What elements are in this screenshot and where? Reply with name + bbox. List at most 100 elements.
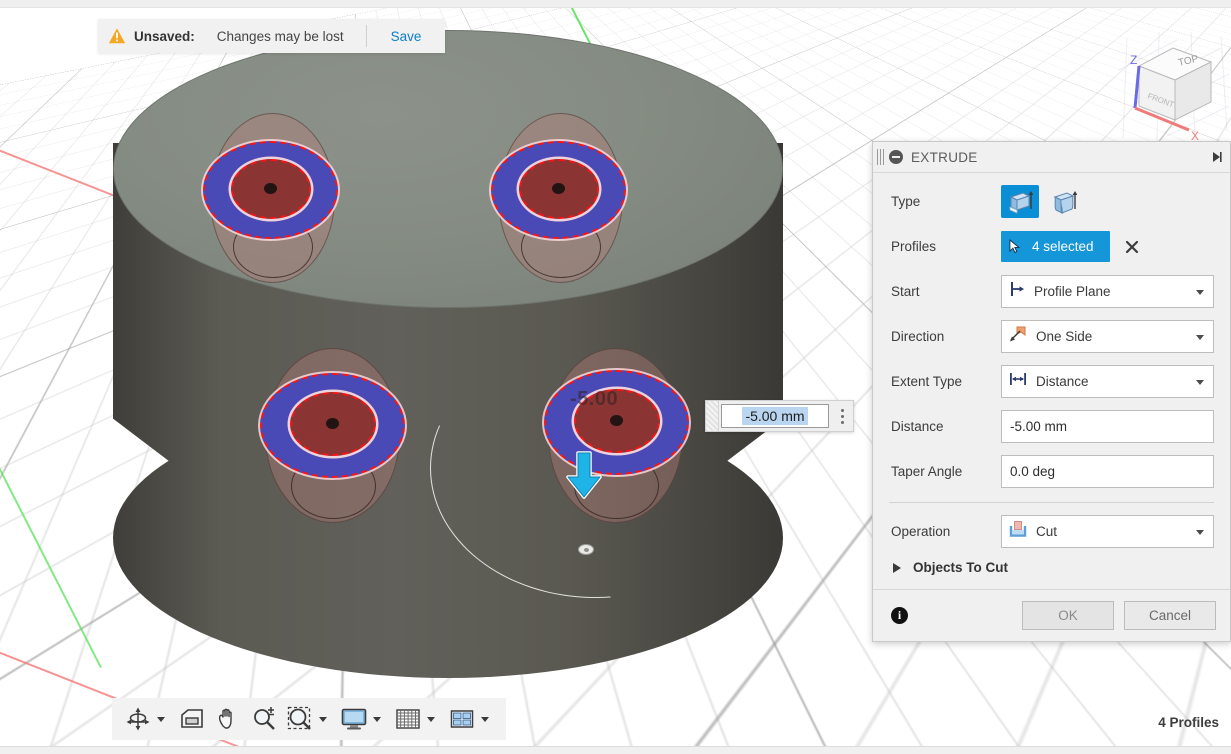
direction-value: One Side [1036, 329, 1093, 344]
label-taper-angle: Taper Angle [891, 464, 963, 479]
selected-profile-tr[interactable] [491, 141, 626, 239]
tapered-extrude-icon[interactable] [1045, 185, 1083, 218]
profile-center-point [326, 418, 339, 429]
dimension-value-text: -5.00 mm [742, 407, 808, 425]
objects-to-cut-label: Objects To Cut [913, 560, 1009, 575]
expand-right-arrow-icon[interactable] [1210, 150, 1224, 164]
direction-dropdown[interactable]: One Side [1001, 320, 1214, 353]
unsaved-message: Changes may be lost [216, 28, 344, 44]
label-operation: Operation [891, 524, 951, 539]
label-start: Start [891, 284, 920, 299]
extrude-dialog-header[interactable]: EXTRUDE [873, 142, 1230, 173]
label-direction: Direction [891, 329, 945, 344]
orbit-tool[interactable] [120, 701, 174, 737]
row-extent-type: Extent Type Distance [873, 359, 1230, 404]
navigation-toolbar [112, 698, 506, 740]
orbit-icon [126, 707, 150, 731]
grid-snaps-icon [396, 709, 420, 729]
viewports-tool[interactable] [444, 701, 498, 737]
start-dropdown[interactable]: Profile Plane [1001, 275, 1214, 308]
one-side-arrow-icon [1008, 325, 1028, 348]
section-divider [889, 502, 1214, 503]
objects-to-cut-group[interactable]: Objects To Cut [873, 554, 1230, 585]
dialog-drag-grip[interactable] [877, 149, 885, 165]
taper-angle-input[interactable]: 0.0 deg [1001, 455, 1214, 488]
window-bottom-edge [0, 746, 1231, 754]
operation-dropdown[interactable]: Cut [1001, 515, 1214, 548]
selected-profile-tl[interactable] [203, 141, 338, 239]
extrude-dialog-body: Type Profiles 4 selected Start Profile P… [873, 173, 1230, 589]
row-taper-angle: Taper Angle 0.0 deg [873, 449, 1230, 494]
profile-extrude-icon[interactable] [1001, 185, 1039, 218]
row-direction: Direction One Side [873, 314, 1230, 359]
distance-value: -5.00 mm [1010, 419, 1068, 434]
chevron-right-icon[interactable] [893, 562, 901, 573]
chevron-down-icon[interactable] [319, 716, 327, 722]
row-distance: Distance -5.00 mm [873, 404, 1230, 449]
extrude-dialog-title: EXTRUDE [911, 149, 978, 165]
grid-snaps-tool[interactable] [390, 701, 444, 737]
profile-center-point [552, 183, 565, 194]
chevron-down-icon[interactable] [481, 716, 489, 722]
extrude-dialog[interactable]: EXTRUDE Type Profiles 4 selected Start P… [872, 141, 1231, 642]
chevron-down-icon[interactable] [157, 716, 165, 722]
zoom-window-tool[interactable] [282, 701, 336, 737]
view-cube[interactable]: TOP FRONT Z X [1117, 30, 1230, 148]
cancel-button[interactable]: Cancel [1124, 601, 1216, 630]
pan-tool[interactable] [210, 701, 246, 737]
chevron-down-icon[interactable] [373, 716, 381, 722]
zoom-window-icon [287, 706, 311, 730]
viewports-icon [450, 710, 474, 728]
dimension-value-field[interactable]: -5.00 mm [721, 404, 829, 428]
selection-cursor-icon [1009, 239, 1022, 254]
ok-button[interactable]: OK [1022, 601, 1114, 630]
profile-plane-icon [1008, 280, 1026, 303]
chevron-down-icon[interactable] [1196, 334, 1204, 340]
display-settings-icon [341, 708, 367, 730]
start-value: Profile Plane [1034, 284, 1111, 299]
taper-angle-value: 0.0 deg [1010, 464, 1056, 479]
chevron-down-icon[interactable] [1196, 379, 1204, 385]
profile-center-point [610, 415, 623, 426]
manipulator-pivot-handle[interactable] [578, 544, 594, 555]
distance-arrows-icon [1008, 370, 1028, 393]
row-operation: Operation Cut [873, 509, 1230, 554]
extent-type-dropdown[interactable]: Distance [1001, 365, 1214, 398]
unsaved-banner: Unsaved: Changes may be lost Save [98, 19, 446, 53]
window-top-strip [0, 0, 1231, 8]
cut-operation-icon [1008, 520, 1028, 543]
label-distance: Distance [891, 419, 944, 434]
extrude-body-model[interactable] [108, 18, 788, 678]
profiles-selected-count: 4 selected [1032, 239, 1094, 254]
selected-profile-bl[interactable] [260, 373, 405, 478]
pan-hand-icon [218, 708, 232, 729]
unsaved-label: Unsaved: [134, 28, 195, 44]
info-icon[interactable]: i [891, 607, 908, 624]
extrude-drag-arrow-icon[interactable] [563, 451, 605, 499]
profile-center-point [264, 183, 277, 194]
chevron-down-icon[interactable] [427, 716, 435, 722]
look-at-icon [181, 709, 203, 728]
canvas-dimension-input[interactable]: -5.00 mm [705, 400, 854, 432]
collapse-minus-icon[interactable] [889, 150, 903, 164]
warning-triangle-icon [108, 28, 126, 44]
view-cube-z-label: Z [1130, 53, 1137, 67]
operation-value: Cut [1036, 524, 1058, 539]
chevron-down-icon[interactable] [1196, 289, 1204, 295]
profiles-selection-chip[interactable]: 4 selected [1001, 231, 1110, 262]
label-type: Type [891, 194, 921, 209]
fusion-360-window: -5.00 -5.00 mm TOP FRONT Z X Unsaved: Ch… [0, 0, 1231, 754]
distance-input[interactable]: -5.00 mm [1001, 410, 1214, 443]
display-settings-tool[interactable] [336, 701, 390, 737]
look-at-tool[interactable] [174, 701, 210, 737]
extrude-dialog-footer: i OK Cancel [873, 589, 1230, 641]
zoom-tool[interactable] [246, 701, 282, 737]
viewport-status-profiles: 4 Profiles [1158, 715, 1219, 730]
dimension-more-options-icon[interactable] [831, 401, 853, 431]
clear-selection-x-icon[interactable] [1124, 239, 1140, 255]
canvas-dimension-ghost-label: -5.00 [570, 388, 619, 410]
chevron-down-icon[interactable] [1196, 529, 1204, 535]
save-button[interactable]: Save [367, 29, 446, 44]
dimension-drag-grip[interactable] [706, 401, 719, 431]
row-type: Type [873, 179, 1230, 224]
